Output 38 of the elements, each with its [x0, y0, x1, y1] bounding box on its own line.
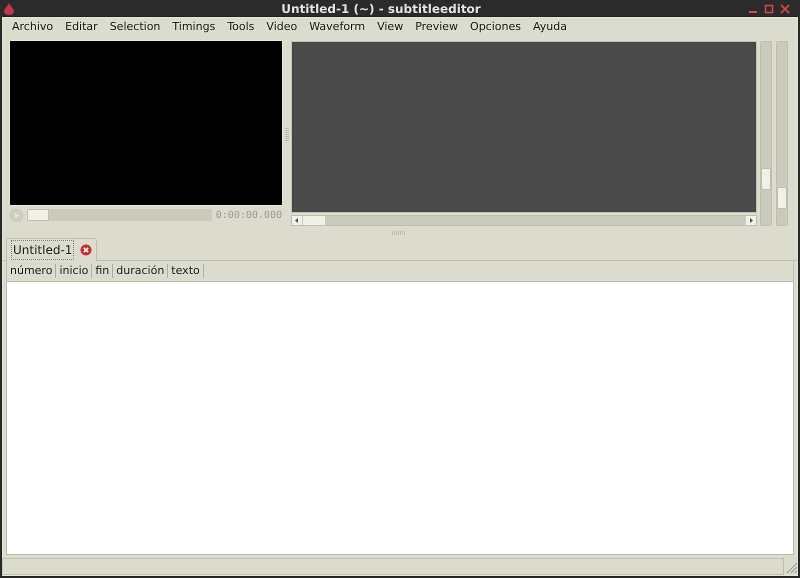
menu-item[interactable]: Ayuda: [526, 18, 573, 36]
slider-thumb[interactable]: [761, 168, 771, 190]
column-header[interactable]: fin: [92, 264, 114, 278]
column-header[interactable]: duración: [113, 264, 168, 278]
slider-thumb[interactable]: [777, 186, 787, 209]
pane-grip-icon[interactable]: [284, 128, 288, 142]
time-display: 0:00:00.000: [216, 208, 282, 222]
resize-grip-icon[interactable]: [784, 560, 798, 574]
scrollbar-thumb[interactable]: [303, 216, 325, 225]
app-icon: [4, 2, 14, 14]
menu-item[interactable]: Video: [260, 18, 304, 36]
slider-thumb[interactable]: [27, 209, 49, 221]
column-header[interactable]: texto: [168, 264, 204, 278]
horizontal-scrollbar[interactable]: [291, 215, 757, 226]
menu-item[interactable]: Selection: [104, 18, 166, 36]
menu-item[interactable]: Waveform: [303, 18, 372, 36]
seek-slider[interactable]: [27, 209, 212, 221]
window-title: Untitled-1 (~) - subtitleeditor: [280, 0, 482, 18]
menu-item[interactable]: Archivo: [6, 18, 60, 36]
menu-item[interactable]: Opciones: [464, 18, 527, 36]
pane-grip-icon[interactable]: [392, 231, 406, 235]
maximize-icon[interactable]: [764, 4, 774, 14]
menu-item[interactable]: Preview: [409, 18, 464, 36]
subtitle-list[interactable]: [7, 282, 793, 555]
scroll-right-icon[interactable]: [746, 216, 756, 225]
column-header[interactable]: inicio: [56, 264, 92, 278]
menu-item[interactable]: Timings: [166, 18, 222, 36]
menu-item[interactable]: Tools: [221, 18, 260, 36]
menu-item[interactable]: Editar: [59, 18, 104, 36]
document-tab[interactable]: Untitled-1: [6, 238, 98, 261]
close-tab-icon[interactable]: [80, 244, 92, 256]
column-header[interactable]: número: [7, 264, 56, 278]
zoom-slider[interactable]: [760, 41, 772, 226]
zoom-slider[interactable]: [776, 41, 788, 226]
play-icon[interactable]: [10, 208, 23, 222]
close-icon[interactable]: [780, 4, 790, 14]
scroll-left-icon[interactable]: [292, 216, 302, 225]
menu-item[interactable]: View: [371, 18, 410, 36]
